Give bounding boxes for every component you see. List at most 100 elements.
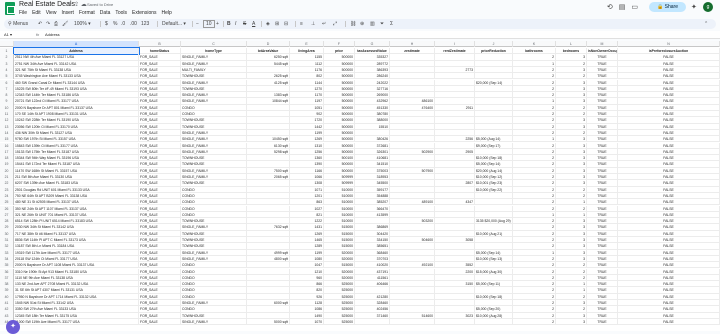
merge-cells-icon[interactable]: ⊟ [284,20,288,28]
borders-icon[interactable]: ⊞ [275,20,279,28]
share-label: Share [664,4,678,10]
cell-isNonOwnerOccupied[interactable]: TRUE [587,318,618,326]
text-rotation-icon[interactable]: ⤢ [333,20,337,28]
cell-lotAreaValue[interactable]: 5000 sqft [247,318,290,326]
column-header-n[interactable]: N [618,41,720,47]
print-icon[interactable]: ⎙ [54,20,58,28]
comments-icon[interactable]: ▤ [619,4,632,11]
column-header-j[interactable]: J [475,41,513,47]
menu-data[interactable]: Data [100,10,111,16]
column-header-l[interactable]: L [556,41,587,47]
column-header-k[interactable]: K [513,41,556,47]
saved-status: Saved to Drive [87,2,114,7]
collapse-menus-icon[interactable]: ⌃ [704,20,708,28]
zoom-select[interactable]: 100% ▾ [74,20,91,28]
column-header-m[interactable]: M [587,41,618,47]
paint-format-icon[interactable]: 🖌 [62,20,68,28]
avatar[interactable]: g [703,2,713,12]
menu-help[interactable]: Help [162,10,172,16]
name-box[interactable]: A1 ▾ [4,32,12,37]
fill-color-icon[interactable]: ◈ [266,20,270,28]
divider [295,21,296,27]
divider [345,21,346,27]
history-icon[interactable]: ⟲ [607,4,619,11]
fx-icon: fx [36,32,40,37]
cell-priceReduction[interactable] [475,318,513,326]
decrease-decimal-button[interactable]: .0 [121,20,125,28]
currency-button[interactable]: $ [105,20,108,28]
meet-icon[interactable]: ▭ [631,4,644,11]
cell-homeType[interactable]: SINGLE_FAMILY [181,318,247,326]
font-size-decrease-button[interactable]: − [196,20,199,28]
more-formats-button[interactable]: 123 [141,20,149,28]
text-wrap-icon[interactable]: ↵ [322,20,326,28]
functions-icon[interactable]: Σ [390,20,393,28]
italic-button[interactable]: I [235,20,236,28]
strikethrough-button[interactable]: S [243,20,246,28]
menu-edit[interactable]: Edit [32,10,41,16]
bold-button[interactable]: B [227,20,231,28]
percent-button[interactable]: % [113,20,117,28]
divider [100,21,101,27]
cell-bathrooms[interactable]: 2 [513,318,556,326]
font-size-input[interactable]: 10 [203,20,215,28]
increase-decimal-button[interactable]: .00 [130,20,137,28]
zoom-value: 100% [74,21,87,27]
cell-livingArea[interactable]: 1070 [290,318,324,326]
text-color-button[interactable]: A [252,20,255,28]
column-header-a[interactable]: A [14,41,139,47]
menu-file[interactable]: File [19,10,27,16]
select-all-corner[interactable] [0,41,14,47]
gemini-fab-button[interactable]: ✦ [6,320,20,334]
menu-extensions[interactable]: Extensions [132,10,156,16]
menus-search[interactable]: ⚲ Menus [8,20,28,28]
column-header-b[interactable]: B [139,41,181,47]
formula-input[interactable]: Address [45,32,60,37]
menu-format[interactable]: Format [79,10,95,16]
column-header-h[interactable]: H [390,41,435,47]
cell-rentZestimate[interactable] [435,318,475,326]
cell-homeStatus[interactable]: FOR_SALE [139,318,181,326]
divider [223,21,224,27]
insert-chart-icon[interactable]: ▥ [370,20,375,28]
cell-price[interactable]: 525000 [324,318,355,326]
column-header-d[interactable]: D [247,41,290,47]
column-header-f[interactable]: F [324,41,355,47]
filter-icon[interactable]: ⏷ [380,20,384,28]
font-size-increase-button[interactable]: + [216,20,219,28]
column-header-g[interactable]: G [355,41,390,47]
insert-comment-icon[interactable]: ⊕ [360,20,364,28]
search-icon: ⚲ [8,21,12,27]
column-header-c[interactable]: C [181,41,247,47]
share-button[interactable]: 🔒 Share [649,2,686,12]
name-box-value: A1 [4,32,9,37]
menu-view[interactable]: View [46,10,57,16]
horizontal-align-icon[interactable]: ≡ [300,20,303,28]
gemini-icon[interactable]: ✦ [691,3,697,11]
vertical-align-icon[interactable]: ⊥ [311,20,315,28]
cell-zestimate[interactable] [390,318,435,326]
cell-bedrooms[interactable]: 3 [556,318,587,326]
title-bar: Real Estate Deals ☆ ⇪ ☁ Saved to Drive F… [0,0,720,16]
redo-icon[interactable]: ↷ [46,20,50,28]
header-action-icons: ⟲▤▭ [607,3,644,11]
font-value: Default... [162,21,183,27]
cell-taxAssessedValue[interactable] [355,318,390,326]
column-header-e[interactable]: E [290,41,324,47]
spreadsheet-grid[interactable]: ABCDEFGHIJKLMN 1 Address homeStatus homeTyp… [0,41,720,331]
column-header-i[interactable]: I [435,41,475,47]
divider [192,21,193,27]
sheets-logo-icon[interactable] [5,2,15,15]
undo-icon[interactable]: ↶ [38,20,42,28]
star-move-cloud-icons[interactable]: ☆ ⇪ ☁ [67,1,87,8]
font-select[interactable]: Default... ▾ [162,20,186,28]
cell-isPreforeclosureAuction[interactable]: FALSE [618,318,720,326]
cell-Address[interactable]: 21000 SW 119th Ave Miami FL 33177 USA [14,318,139,326]
divider [261,21,262,27]
column-headers: ABCDEFGHIJKLMN [0,41,720,47]
menu-tools[interactable]: Tools [115,10,127,16]
formula-bar: A1 ▾ fx Address [0,31,720,39]
divider [157,21,158,27]
insert-link-icon[interactable]: ⛓ [350,20,356,28]
menu-insert[interactable]: Insert [61,10,74,16]
